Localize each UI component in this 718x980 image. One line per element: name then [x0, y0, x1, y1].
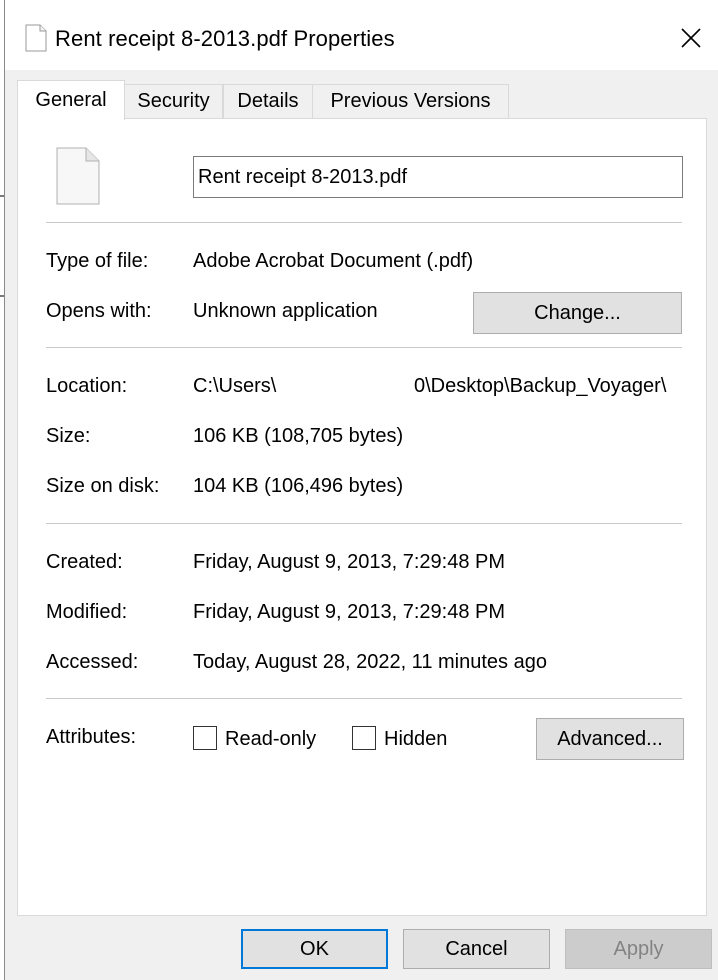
cancel-button[interactable]: Cancel — [403, 929, 550, 969]
hidden-checkbox[interactable] — [352, 726, 376, 750]
size-on-disk-label: Size on disk: — [46, 475, 160, 497]
attributes-label: Attributes: — [46, 726, 137, 748]
tab-previous-versions[interactable]: Previous Versions — [312, 84, 509, 118]
close-icon — [681, 28, 701, 48]
type-of-file-label: Type of file: — [46, 250, 149, 272]
tab-details[interactable]: Details — [223, 84, 313, 118]
created-label: Created: — [46, 551, 123, 573]
accessed-value: Today, August 28, 2022, 11 minutes ago — [193, 651, 547, 673]
location-value-end[interactable]: 0\Desktop\Backup_Voyager\ — [414, 375, 666, 398]
window-title: Rent receipt 8-2013.pdf Properties — [55, 26, 395, 51]
general-tab-panel: Type of file: Adobe Acrobat Document (.p… — [17, 118, 707, 916]
modified-label: Modified: — [46, 601, 128, 623]
ok-button[interactable]: OK — [241, 929, 388, 969]
separator — [46, 347, 682, 348]
pdf-file-icon — [25, 24, 47, 57]
type-of-file-value: Adobe Acrobat Document (.pdf) — [193, 250, 474, 272]
change-button[interactable]: Change... — [473, 292, 682, 334]
hidden-label[interactable]: Hidden — [384, 728, 447, 751]
tab-general[interactable]: General — [17, 80, 125, 120]
redacted-username — [302, 374, 420, 402]
properties-dialog: Rent receipt 8-2013.pdf Properties Gener… — [4, 0, 718, 980]
close-button[interactable] — [673, 20, 709, 56]
accessed-label: Accessed: — [46, 651, 139, 673]
size-label: Size: — [46, 425, 91, 447]
size-value: 106 KB (108,705 bytes) — [193, 425, 404, 447]
opens-with-label: Opens with: — [46, 300, 152, 322]
created-value: Friday, August 9, 2013, 7:29:48 PM — [193, 551, 506, 573]
separator — [46, 222, 682, 223]
filename-input[interactable] — [193, 156, 683, 198]
modified-value: Friday, August 9, 2013, 7:29:48 PM — [193, 601, 506, 623]
read-only-checkbox[interactable] — [193, 726, 217, 750]
opens-with-value: Unknown application — [193, 300, 378, 322]
location-label: Location: — [46, 375, 128, 397]
read-only-label[interactable]: Read-only — [225, 728, 316, 751]
document-icon — [56, 147, 100, 210]
size-on-disk-value: 104 KB (106,496 bytes) — [193, 475, 404, 497]
tab-security[interactable]: Security — [124, 84, 223, 118]
advanced-button[interactable]: Advanced... — [536, 718, 684, 760]
separator — [46, 698, 682, 699]
apply-button[interactable]: Apply — [565, 929, 712, 969]
location-value-start[interactable]: C:\Users\ — [193, 375, 276, 398]
separator — [46, 523, 682, 524]
title-bar[interactable]: Rent receipt 8-2013.pdf Properties — [5, 0, 718, 70]
